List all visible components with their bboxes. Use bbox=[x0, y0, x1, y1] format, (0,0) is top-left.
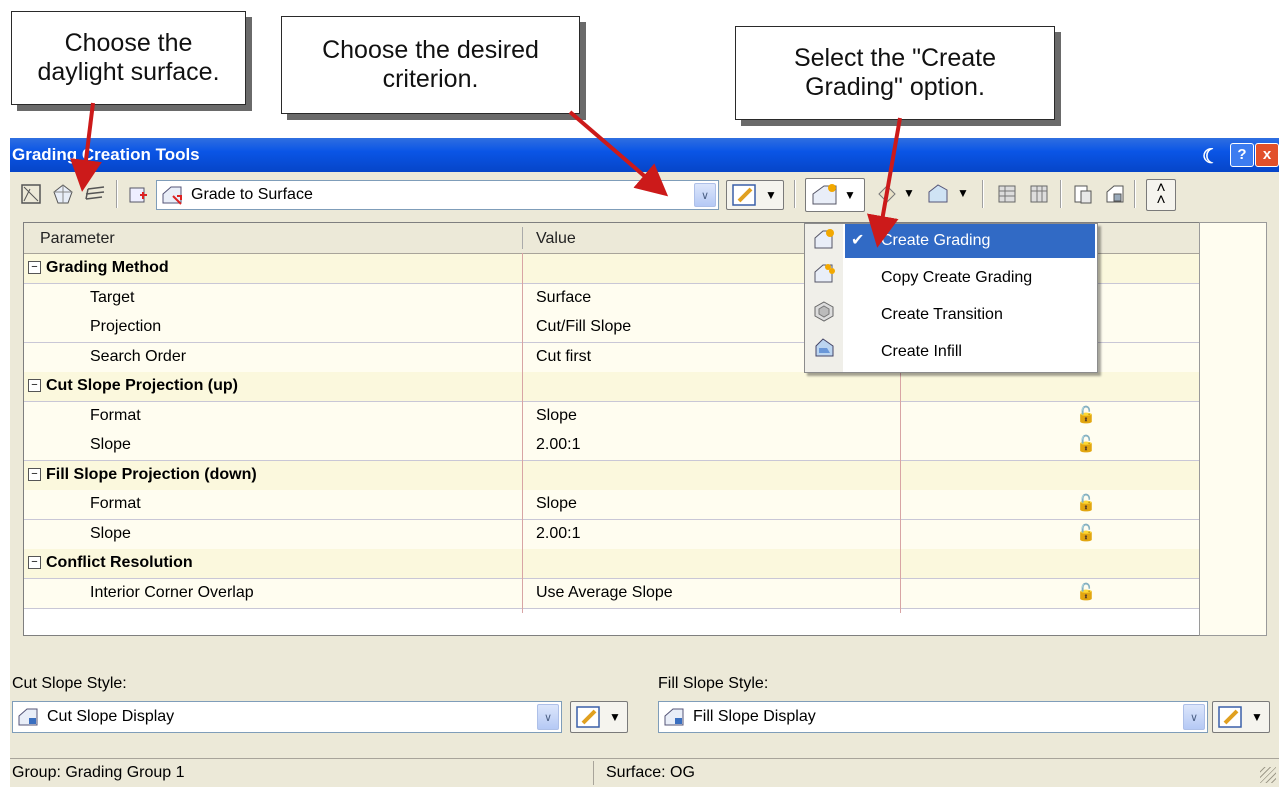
arrow-create-grading bbox=[867, 117, 902, 248]
arrow-daylight bbox=[70, 102, 102, 192]
arrow-criterion bbox=[568, 110, 669, 197]
annotation-arrows bbox=[70, 102, 902, 248]
